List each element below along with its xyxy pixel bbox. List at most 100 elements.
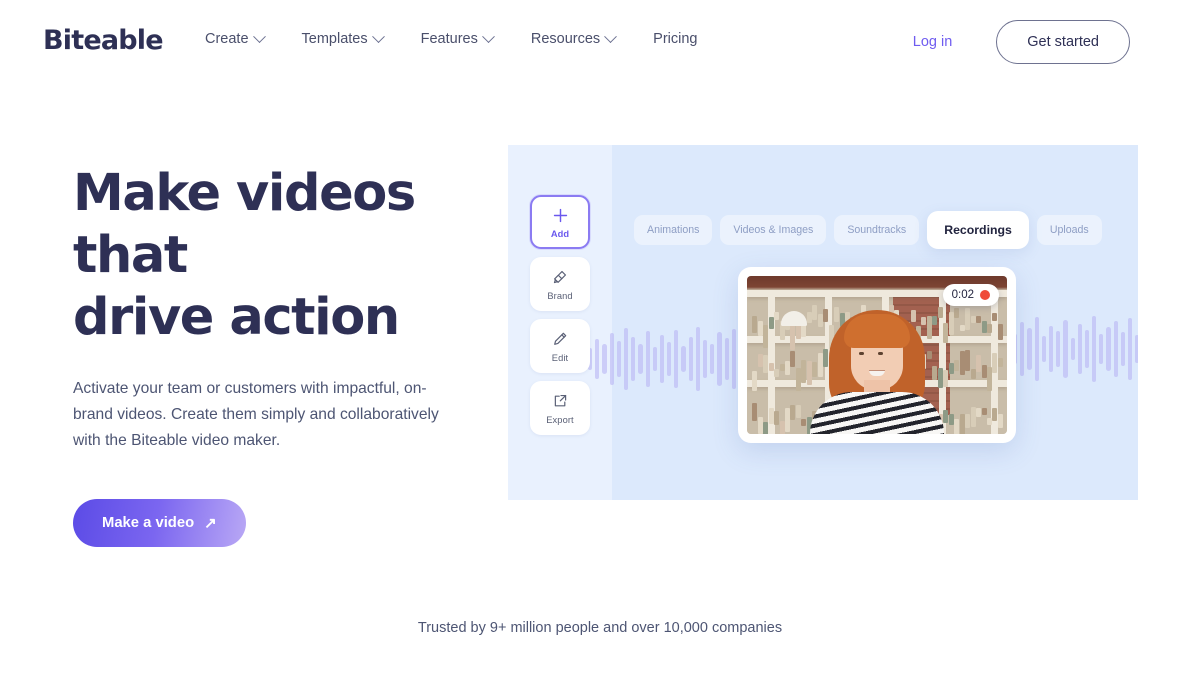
book: [795, 323, 801, 339]
waveform-bar: [667, 342, 672, 376]
book: [752, 315, 758, 333]
waveform-bar: [609, 333, 614, 385]
waveform-bar: [1113, 321, 1118, 377]
waveform-bar: [1128, 318, 1133, 380]
video-thumbnail: 0:02: [747, 276, 1007, 434]
waveform-bar: [595, 339, 600, 379]
nav-label: Create: [205, 31, 249, 47]
sidebar-item-add[interactable]: Add: [530, 195, 590, 249]
waveform-bar: [638, 344, 643, 374]
waveform-bar: [1106, 327, 1111, 371]
person-figure: [802, 306, 952, 434]
nav-label: Resources: [530, 31, 601, 47]
get-started-button[interactable]: Get started: [996, 20, 1130, 64]
book: [790, 405, 796, 421]
make-a-video-button[interactable]: Make a video ↗: [73, 499, 246, 547]
waveform-bar: [659, 335, 665, 383]
waveform-bar: [695, 327, 700, 391]
book: [763, 324, 769, 348]
sidebar-label: Export: [546, 414, 574, 425]
book: [752, 370, 758, 392]
waveform-bar: [652, 347, 657, 371]
waveform-bar: [731, 329, 736, 389]
waveform-bar: [688, 337, 693, 381]
nav-item-features[interactable]: Features: [421, 29, 495, 47]
arrow-up-right-icon: ↗: [204, 514, 217, 532]
book: [954, 359, 960, 371]
hero-subtitle: Activate your team or customers with imp…: [73, 380, 439, 449]
book: [997, 324, 1003, 340]
waveform-bar: [1120, 332, 1125, 366]
headline-line-2: drive action: [73, 288, 400, 347]
book: [768, 362, 774, 371]
tab-animations[interactable]: Animations: [634, 215, 713, 245]
book: [779, 364, 785, 371]
waveform-bar: [616, 341, 621, 377]
book: [981, 407, 987, 416]
book: [992, 408, 998, 421]
recording-preview-card[interactable]: 0:02: [738, 267, 1016, 443]
tab-videos-and-images[interactable]: Videos & Images: [720, 215, 827, 245]
export-share-icon: [552, 392, 568, 411]
book: [774, 312, 780, 320]
waveform-bar: [1099, 334, 1104, 364]
header-actions: Log in Get started: [909, 20, 1130, 64]
book: [784, 361, 790, 375]
book: [976, 315, 982, 324]
nav-item-create[interactable]: Create: [205, 29, 266, 47]
sidebar-item-brand[interactable]: Brand: [530, 257, 590, 311]
trust-statement: Trusted by 9+ million people and over 10…: [417, 620, 783, 636]
waveform-bar: [710, 344, 715, 374]
page-title: Make videos that drive action: [73, 163, 493, 349]
waveform-bar: [724, 338, 729, 380]
tab-soundtracks[interactable]: Soundtracks: [834, 215, 920, 245]
waveform-bar: [623, 328, 629, 390]
waveform-bar: [1135, 335, 1138, 363]
waveform-bar: [631, 337, 636, 381]
nav-label: Templates: [301, 31, 368, 47]
book: [986, 323, 992, 333]
book: [757, 417, 763, 434]
book: [763, 421, 769, 434]
tab-uploads[interactable]: Uploads: [1036, 215, 1102, 245]
waveform-bar: [1084, 330, 1090, 368]
chevron-down-icon: [604, 29, 618, 43]
book: [795, 368, 801, 392]
chevron-down-icon: [481, 29, 495, 43]
waveform-bar: [1063, 320, 1068, 378]
book: [992, 353, 998, 374]
waveform-bar: [674, 330, 679, 388]
pencil-icon: [552, 330, 568, 349]
book: [981, 364, 987, 378]
book: [763, 354, 769, 374]
book: [986, 418, 992, 425]
sidebar-label: Edit: [551, 352, 569, 363]
book: [997, 357, 1003, 367]
plus-icon: [552, 206, 569, 225]
book: [779, 421, 785, 434]
waveform-bar: [1020, 322, 1025, 376]
book: [768, 408, 774, 425]
eye-left: [859, 352, 864, 355]
nav-item-templates[interactable]: Templates: [301, 29, 385, 47]
app-preview-panel: Add Brand Edit Export Animations Videos …: [508, 145, 1138, 500]
nav-item-resources[interactable]: Resources: [530, 29, 618, 47]
book: [970, 407, 976, 427]
main-nav: Create Templates Features Resources Pric…: [205, 29, 698, 47]
book: [768, 317, 774, 330]
sidebar-label: Brand: [547, 290, 573, 301]
login-link[interactable]: Log in: [909, 24, 957, 60]
book: [774, 368, 780, 377]
waveform-bar: [1077, 324, 1082, 374]
sidebar-item-edit[interactable]: Edit: [530, 319, 590, 373]
book: [959, 351, 965, 376]
hair-front: [844, 314, 910, 348]
brand-logo[interactable]: Biteable: [43, 25, 164, 56]
nav-item-pricing[interactable]: Pricing: [653, 31, 697, 47]
waveform-bar: [681, 346, 686, 372]
sidebar-item-export[interactable]: Export: [530, 381, 590, 435]
tab-recordings[interactable]: Recordings: [927, 211, 1029, 249]
book: [784, 407, 790, 432]
waveform-right: [1013, 303, 1138, 395]
book: [965, 413, 971, 428]
